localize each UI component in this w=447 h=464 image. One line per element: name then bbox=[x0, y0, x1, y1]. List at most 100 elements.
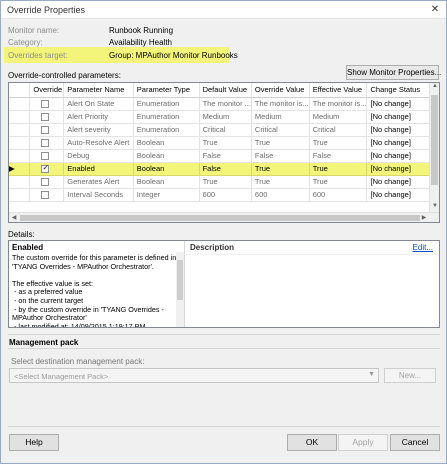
window-title: Override Properties bbox=[7, 5, 86, 15]
effective-value: 600 bbox=[309, 188, 368, 202]
override-value: True bbox=[251, 162, 310, 176]
default-value: True bbox=[199, 175, 252, 189]
col-header-change-status[interactable]: Change Status bbox=[366, 83, 439, 98]
override-checkbox[interactable] bbox=[41, 190, 50, 199]
override-value: True bbox=[251, 136, 310, 150]
table-row[interactable]: Alert severity Enumeration Critical Critica… bbox=[9, 123, 439, 137]
row-selector[interactable] bbox=[9, 110, 31, 124]
monitor-name-value: Runbook Running bbox=[109, 26, 174, 35]
override-checkbox-cell[interactable] bbox=[29, 162, 65, 176]
override-checkbox[interactable] bbox=[41, 151, 50, 160]
close-icon[interactable]: ✕ bbox=[428, 3, 442, 16]
change-status: [No change] bbox=[366, 149, 439, 163]
override-value: The monitor is... bbox=[251, 97, 310, 111]
parameter-type: Enumeration bbox=[133, 110, 200, 124]
override-checkbox[interactable] bbox=[41, 112, 50, 121]
parameter-type: Enumeration bbox=[133, 123, 200, 137]
grid-hscroll-thumb[interactable] bbox=[20, 215, 420, 221]
table-row[interactable]: ▶EnabledBooleanFalseTrueTrue[No change] bbox=[9, 162, 439, 176]
effective-value: The monitor is... bbox=[309, 97, 368, 111]
management-pack-select[interactable]: <Select Management Pack> ▼ bbox=[9, 368, 379, 383]
col-header-effective-value[interactable]: Effective Value bbox=[309, 83, 368, 98]
parameter-type: Boolean bbox=[133, 175, 200, 189]
col-header-parameter-name[interactable]: Parameter Name bbox=[63, 83, 134, 98]
effective-value: True bbox=[309, 162, 368, 176]
separator bbox=[8, 426, 440, 427]
edit-link[interactable]: Edit... bbox=[413, 243, 433, 252]
parameter-name: Alert On State bbox=[63, 97, 134, 111]
grid-header-row: Override Parameter Name Parameter Type D… bbox=[9, 83, 439, 98]
effective-value: False bbox=[309, 149, 368, 163]
table-row[interactable]: Interval Seconds Integer 600 600 600 [No chan… bbox=[9, 188, 439, 202]
scroll-up-icon[interactable]: ▲ bbox=[430, 83, 439, 93]
col-header-override-value[interactable]: Override Value bbox=[251, 83, 310, 98]
parameter-type: Boolean bbox=[133, 149, 200, 163]
override-checkbox-cell[interactable] bbox=[29, 97, 65, 111]
override-checkbox[interactable] bbox=[41, 125, 50, 134]
col-header-parameter-type[interactable]: Parameter Type bbox=[133, 83, 200, 98]
row-selector[interactable] bbox=[9, 136, 31, 150]
parameters-table: Override Parameter Name Parameter Type D… bbox=[9, 83, 439, 202]
override-value: 600 bbox=[251, 188, 310, 202]
category-label: Category: bbox=[8, 38, 43, 47]
row-selector[interactable] bbox=[9, 123, 31, 137]
management-pack-select-value: <Select Management Pack> bbox=[14, 372, 109, 381]
row-selector[interactable] bbox=[9, 97, 31, 111]
grid-vertical-scrollbar[interactable]: ▲ ▼ bbox=[429, 83, 439, 213]
chevron-down-icon[interactable]: ▼ bbox=[368, 371, 375, 378]
default-value: False bbox=[199, 162, 252, 176]
row-selector[interactable] bbox=[9, 188, 31, 202]
description-pane: Description Edit... bbox=[186, 241, 439, 327]
override-checkbox-cell[interactable] bbox=[29, 175, 65, 189]
col-header-override[interactable]: Override bbox=[29, 83, 65, 98]
ok-button[interactable]: OK bbox=[287, 434, 337, 451]
override-checkbox-cell[interactable] bbox=[29, 123, 65, 137]
separator bbox=[8, 334, 440, 335]
details-scrollbar[interactable] bbox=[176, 252, 184, 327]
row-selector[interactable] bbox=[9, 175, 31, 189]
override-checkbox[interactable] bbox=[41, 163, 50, 173]
override-checkbox-cell[interactable] bbox=[29, 110, 65, 124]
category-value: Availability Health bbox=[109, 38, 172, 47]
override-value: Medium bbox=[251, 110, 310, 124]
col-header-default-value[interactable]: Default Value bbox=[199, 83, 252, 98]
override-value: False bbox=[251, 149, 310, 163]
change-status: [No change] bbox=[366, 110, 439, 124]
effective-value: True bbox=[309, 136, 368, 150]
override-checkbox-cell[interactable] bbox=[29, 136, 65, 150]
help-button[interactable]: Help bbox=[9, 434, 59, 451]
apply-button[interactable]: Apply bbox=[338, 434, 388, 451]
override-checkbox-cell[interactable] bbox=[29, 149, 65, 163]
scroll-right-icon[interactable]: ▶ bbox=[419, 213, 429, 222]
row-selector[interactable] bbox=[9, 149, 31, 163]
override-checkbox[interactable] bbox=[41, 177, 50, 186]
show-monitor-properties-button[interactable]: Show Monitor Properties... bbox=[346, 65, 441, 80]
change-status: [No change] bbox=[366, 136, 439, 150]
override-checkbox[interactable] bbox=[41, 99, 50, 108]
overrides-target-value: Group: MPAuthor Monitor Runbooks bbox=[109, 51, 238, 60]
details-scroll-thumb[interactable] bbox=[177, 260, 183, 300]
effective-value: Critical bbox=[309, 123, 368, 137]
grid-horizontal-scrollbar[interactable]: ◀ ▶ bbox=[9, 212, 439, 222]
table-row[interactable]: Alert On State Enumeration The monitor ...… bbox=[9, 97, 439, 111]
parameter-name: Alert Priority bbox=[63, 110, 134, 124]
default-value: Medium bbox=[199, 110, 252, 124]
table-row[interactable]: Auto-Resolve Alert Boolean True True True [No… bbox=[9, 136, 439, 150]
cancel-button[interactable]: Cancel bbox=[390, 434, 440, 451]
scroll-left-icon[interactable]: ◀ bbox=[9, 213, 19, 222]
grid-vscroll-thumb[interactable] bbox=[431, 95, 438, 185]
change-status: [No change] bbox=[366, 175, 439, 189]
table-row[interactable]: Generates Alert Boolean True True True [No ch… bbox=[9, 175, 439, 189]
parameters-grid: Override Parameter Name Parameter Type D… bbox=[8, 82, 440, 223]
details-text: The custom override for this parameter i… bbox=[12, 253, 177, 327]
override-checkbox-cell[interactable] bbox=[29, 188, 65, 202]
table-row[interactable]: Debug Boolean False False False [No change] bbox=[9, 149, 439, 163]
override-properties-dialog: Override Properties ✕ Monitor name: Runb… bbox=[0, 0, 447, 464]
description-label: Description bbox=[186, 241, 439, 255]
table-row[interactable]: Alert Priority Enumeration Medium Medium Med… bbox=[9, 110, 439, 124]
new-management-pack-button[interactable]: New... bbox=[384, 368, 436, 383]
parameter-name: Interval Seconds bbox=[63, 188, 134, 202]
override-checkbox[interactable] bbox=[41, 138, 50, 147]
row-selector[interactable]: ▶ bbox=[9, 162, 31, 176]
default-value: True bbox=[199, 136, 252, 150]
